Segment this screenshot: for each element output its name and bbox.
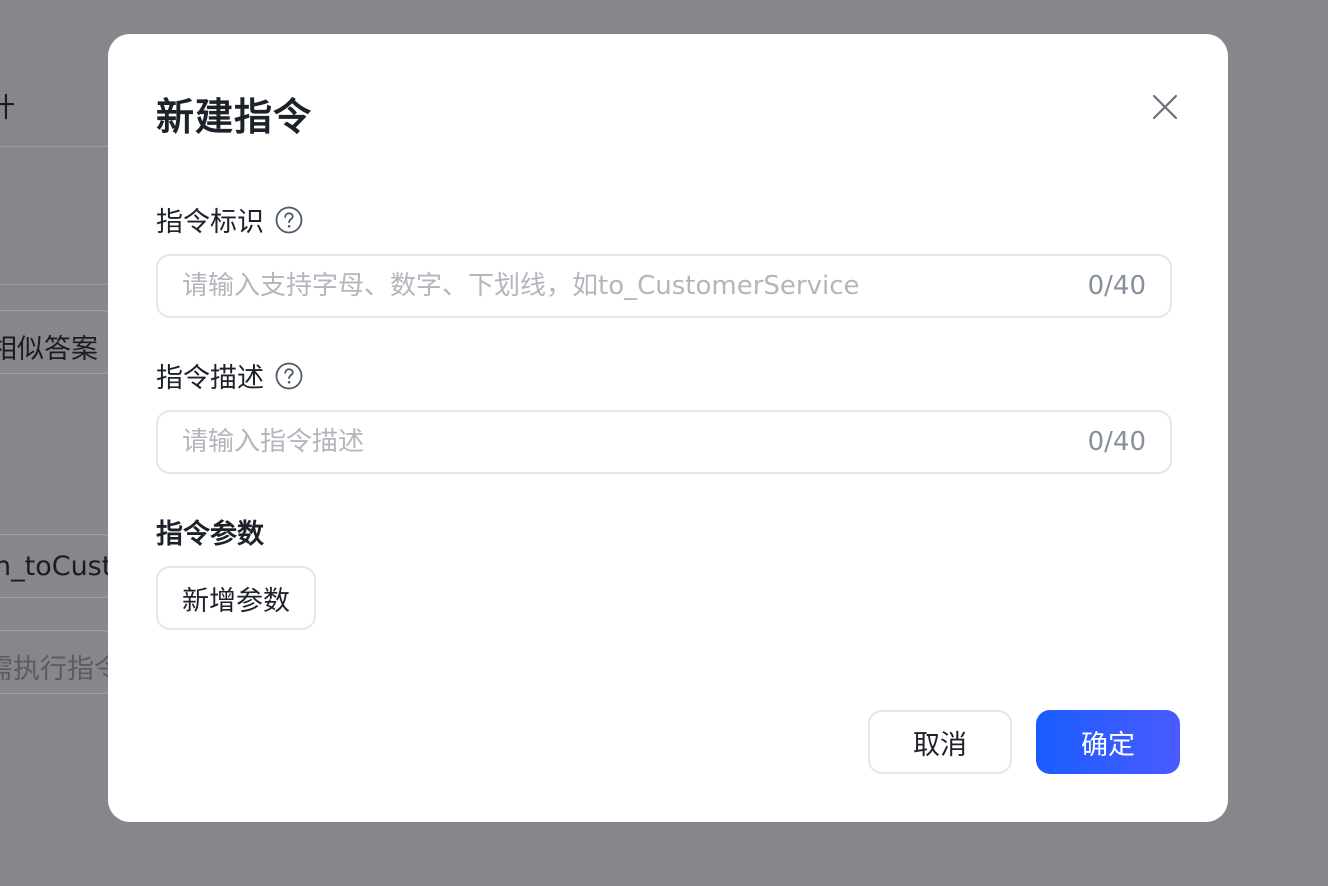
confirm-button[interactable]: 确定	[1036, 710, 1180, 774]
command-desc-input[interactable]	[182, 412, 1042, 472]
background-text-fragment: 计	[0, 93, 15, 124]
command-id-field: 0/40	[156, 254, 1172, 318]
command-id-counter: 0/40	[1087, 271, 1146, 301]
background-divider	[0, 146, 120, 147]
background-text-fragment: n_toCust	[0, 551, 113, 582]
close-icon	[1152, 94, 1178, 120]
command-id-input[interactable]	[182, 256, 1042, 316]
command-id-label: 指令标识	[156, 207, 264, 238]
command-desc-field: 0/40	[156, 410, 1172, 474]
cancel-button[interactable]: 取消	[868, 710, 1012, 774]
command-params-title: 指令参数	[156, 519, 264, 550]
dialog-title: 新建指令	[156, 95, 313, 139]
close-button[interactable]	[1150, 92, 1180, 122]
command-desc-label: 指令描述	[156, 363, 264, 394]
background-input: 需执行指令	[0, 630, 121, 694]
background-text-fragment: 需执行指令	[0, 654, 121, 685]
background-answer-tag: 相似答案	[0, 310, 114, 374]
help-circle-icon[interactable]	[274, 361, 304, 391]
command-desc-label-row: 指令描述	[156, 356, 304, 395]
background-divider	[0, 284, 120, 285]
command-desc-counter: 0/40	[1087, 427, 1146, 457]
background-input: n_toCust	[0, 534, 114, 598]
new-command-dialog: 新建指令 指令标识 0/40 指令描述 0/40 指令参数 新增参数 取消 确定	[108, 34, 1228, 822]
help-circle-icon[interactable]	[274, 205, 304, 235]
background-text-fragment: 相似答案	[0, 334, 98, 365]
add-param-button[interactable]: 新增参数	[156, 566, 316, 630]
command-id-label-row: 指令标识	[156, 200, 304, 239]
